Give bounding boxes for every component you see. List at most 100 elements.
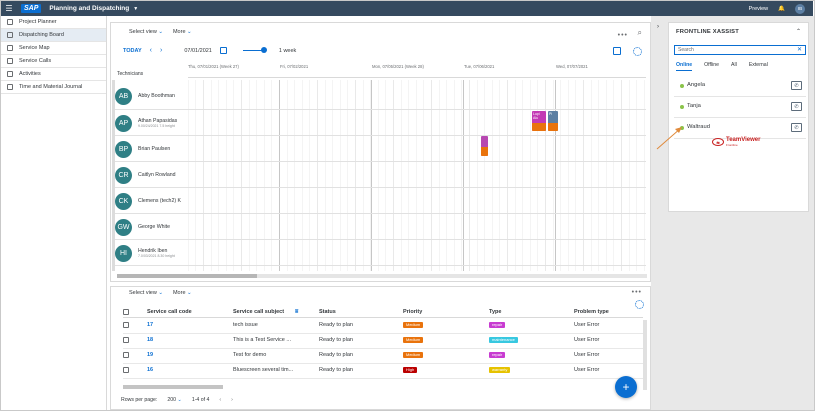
nav-item-activities[interactable]: Activities [1,68,106,81]
user-avatar[interactable]: IB [795,3,805,14]
activity-event[interactable]: Pi [548,111,558,131]
map-icon [7,45,13,51]
technician-row[interactable]: AB Abby Boothman [115,83,175,109]
column-header[interactable]: Problem type [574,309,609,315]
contact-name: Tanja [687,103,701,109]
export-icon[interactable] [613,47,621,55]
activity-event[interactable]: Lupi Alu [532,111,546,131]
technician-name: Caitlyn Rowland [138,172,176,178]
teamviewer-subtitle: Frontline [726,143,738,147]
chevron-down-icon[interactable]: ▼ [133,6,138,12]
search-icon[interactable]: ⌕ [638,28,642,38]
more-dropdown[interactable]: More ⌄ [173,29,192,35]
teamviewer-icon: ⇆ [712,138,724,146]
service-call-code[interactable]: 18 [147,337,153,343]
activity-event[interactable] [481,136,488,156]
technician-row[interactable]: AP Athan Papasidas 9.00/24/2021 7.5 heigh… [115,110,193,136]
row-checkbox[interactable] [123,337,129,343]
zoom-slider[interactable] [242,47,267,53]
table-header: Service call code Service call subject ⩸… [123,306,643,318]
search-input[interactable]: Search ✕ [674,45,806,55]
technician-row[interactable]: CK Clemens (tech2) K [115,188,188,214]
next-page-icon[interactable]: › [231,397,233,403]
status: Ready to plan [319,337,353,343]
row-checkbox[interactable] [123,367,129,373]
column-header[interactable]: Service call subject [233,309,284,315]
more-dropdown[interactable]: More ⌄ [173,290,192,296]
phone-icon[interactable]: ✆ [791,81,802,90]
nav-item-dispatching-board[interactable]: Dispatching Board [1,29,106,42]
panel-title: FRONTLINE XASSIST [676,29,739,35]
add-button[interactable]: + [615,376,637,398]
table-horizontal-scrollbar[interactable] [123,385,223,389]
contact-item[interactable]: Tanja ✆ [674,98,806,118]
rows-per-page-select[interactable]: 200 ⌄ [167,397,181,403]
service-call-subject: Test for demo [233,352,267,358]
shell-bar: ☰ SAP Planning and Dispatching ▼ Preview… [1,1,813,16]
tab-offline[interactable]: Offline [704,62,719,71]
column-header[interactable]: Priority [403,309,422,315]
collapse-arrow-icon[interactable]: › [657,24,659,30]
previous-page-icon[interactable]: ‹ [219,397,221,403]
online-status-icon [680,84,684,88]
select-view-dropdown[interactable]: Select view ⌄ [129,29,163,35]
hamburger-icon[interactable]: ☰ [1,4,17,13]
today-button[interactable]: TODAY [123,48,142,54]
service-call-code[interactable]: 17 [147,322,153,328]
nav-item-service-map[interactable]: Service Map [1,42,106,55]
table-vertical-scrollbar[interactable] [643,320,647,390]
filter-icon[interactable]: ⩸ [295,309,298,316]
day-label: Fri, 07/02/2021 [280,64,309,69]
technician-row[interactable]: BP Brian Paulsen [115,136,170,162]
table-row[interactable]: 19 Test for demo Ready to plan Medium re… [123,349,643,364]
service-calls-table: Select view ⌄ More ⌄ ••• Service call co… [110,286,651,410]
overflow-icon[interactable]: ••• [618,32,628,39]
scroll-thumb[interactable] [117,274,257,278]
app-title[interactable]: Planning and Dispatching [49,5,129,12]
bell-icon[interactable]: 🔔 [778,6,785,12]
service-call-subject: tech issue [233,322,258,328]
technician-row[interactable]: CR Caitlyn Rowland [115,162,175,188]
calendar-icon[interactable] [219,47,227,54]
avatar: CR [115,166,132,184]
dispatching-board: Select view ⌄ More ⌄ ••• ⌕ TODAY ‹ › 07/… [110,22,651,282]
nav-item-project-planner[interactable]: Project Planner [1,16,106,29]
row-checkbox[interactable] [123,352,129,358]
clock-icon [7,84,13,90]
teamviewer-logo: ⇆ TeamViewer Frontline [712,137,760,147]
status: Ready to plan [319,367,353,373]
date-input[interactable]: 07/01/2021 [184,48,212,54]
column-header[interactable]: Type [489,309,501,315]
table-row[interactable]: 17 tech issue Ready to plan Medium repai… [123,319,643,334]
service-call-code[interactable]: 19 [147,352,153,358]
column-header[interactable]: Service call code [147,309,192,315]
technician-row[interactable]: GW George White [115,214,170,240]
contact-item[interactable]: Waltraud ✆ [674,119,806,139]
preview-link[interactable]: Preview [749,6,769,12]
tab-external[interactable]: External [749,62,768,71]
range-label: 1 week [278,47,297,54]
service-call-code[interactable]: 16 [147,367,153,373]
column-header[interactable]: Status [319,309,336,315]
nav-label: Project Planner [19,19,57,25]
tab-online[interactable]: Online [676,62,693,71]
contact-item[interactable]: Angela ✆ [674,77,806,97]
row-checkbox[interactable] [123,322,129,328]
chevron-up-icon[interactable]: ⌃ [796,28,801,35]
previous-arrow-icon[interactable]: ‹ [150,47,152,54]
select-all-checkbox[interactable] [123,309,129,315]
table-row[interactable]: 16 Bluescreen several tim... Ready to pl… [123,364,643,379]
select-view-dropdown[interactable]: Select view ⌄ [129,290,163,296]
nav-item-service-calls[interactable]: Service Calls [1,55,106,68]
nav-item-time-material-journal[interactable]: Time and Material Journal [1,81,106,94]
gear-icon[interactable] [633,47,642,56]
close-icon[interactable]: ✕ [797,46,802,54]
table-row[interactable]: 18 This is a Test Service ... Ready to p… [123,334,643,349]
phone-icon[interactable]: ✆ [791,102,802,111]
phone-icon[interactable]: ✆ [791,123,802,132]
tab-all[interactable]: All [731,62,737,71]
technician-row[interactable]: HI Hendrik Iben 7.0/03/2021 8.30 height [115,240,175,266]
overflow-icon[interactable]: ••• [632,289,642,296]
next-arrow-icon[interactable]: › [160,47,162,54]
horizontal-scrollbar[interactable] [117,274,647,278]
